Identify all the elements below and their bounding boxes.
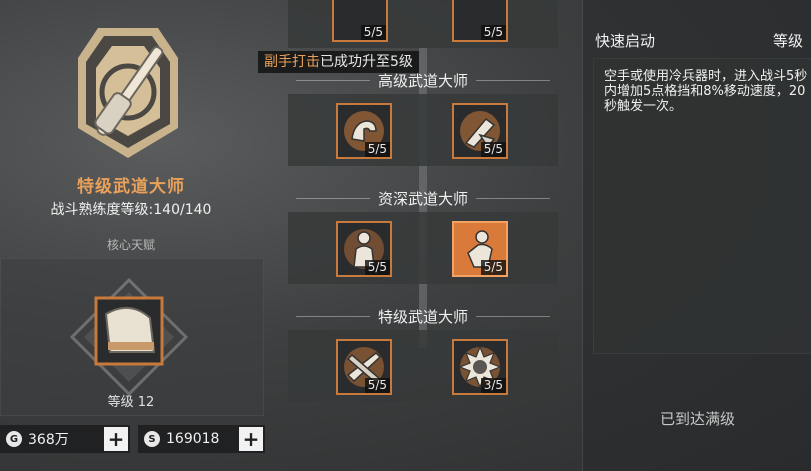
max-level-status: 已到达满级 [659,410,735,428]
talent-skill-flex-arm[interactable]: 5/5 [336,103,392,159]
notification-skill-name: 副手打击 [264,54,320,70]
skill-level: 5/5 [480,142,506,157]
talent-skill-blade-strike[interactable]: 5/5 [452,103,508,159]
core-talent-label: 核心天赋 [106,238,155,252]
skill-description: 空手或使用冷兵器时，进入战斗5秒内增加5点格挡和8%移动速度，20秒触发一次。 [604,69,808,114]
tier-title: 高级武道大师 [288,70,558,90]
skill-name: 快速启动 [595,32,656,50]
add-gold-button[interactable]: + [104,427,128,451]
talent-skill[interactable]: 5/5 [332,0,388,42]
rank-panel: 特级武道大师 战斗熟练度等级:140/140 核心天赋 等级 12 G 368万… [0,0,280,471]
talent-skill-crossed-blades[interactable]: 5/5 [336,339,392,395]
currency-silver: S 169018 + [138,425,265,453]
tier-title: 资深武道大师 [288,188,558,208]
currency-value: 368万 [28,432,69,448]
currency-gold: G 368万 + [0,425,130,453]
skill-level: 3/5 [480,378,506,393]
skill-level-label: 等级 [773,32,804,50]
talent-skill-spiked-fist[interactable]: 3/5 [452,339,508,395]
skill-level: 5/5 [480,260,506,275]
tier-panel [288,0,558,48]
rank-title: 特级武道大师 [77,177,185,197]
core-talent-slot[interactable] [70,278,188,396]
skill-detail-panel: 快速启动 等级 空手或使用冷兵器时，进入战斗5秒内增加5点格挡和8%移动速度，2… [582,0,811,471]
bat-emblem-icon [78,28,178,158]
skill-description-box: 空手或使用冷兵器时，进入战斗5秒内增加5点格挡和8%移动速度，20秒触发一次。 [593,58,811,354]
tier-title: 特级武道大师 [288,306,558,326]
talent-skill-fighter-strike[interactable]: 5/5 [452,221,508,277]
talent-skill-fighter[interactable]: 5/5 [336,221,392,277]
skill-level: 5/5 [364,260,390,275]
skill-level: 5/5 [364,142,390,157]
tier-panel [288,94,558,166]
core-talent-level: 等级 12 [107,395,155,410]
notification-text: 已成功升至5级 [320,54,413,70]
talent-skill[interactable]: 5/5 [452,0,508,42]
skill-level: 5/5 [360,25,386,40]
tier-panel [288,330,558,402]
upgrade-notification: 副手打击已成功升至5级 [258,51,419,73]
mastery-level: 战斗熟练度等级:140/140 [50,202,212,218]
skill-level: 5/5 [364,378,390,393]
tier-panel [288,212,558,284]
gear-coin-icon: G [6,431,22,447]
silver-coin-icon: S [144,431,160,447]
add-silver-button[interactable]: + [239,427,263,451]
skill-level: 5/5 [480,25,506,40]
currency-value: 169018 [166,431,220,447]
